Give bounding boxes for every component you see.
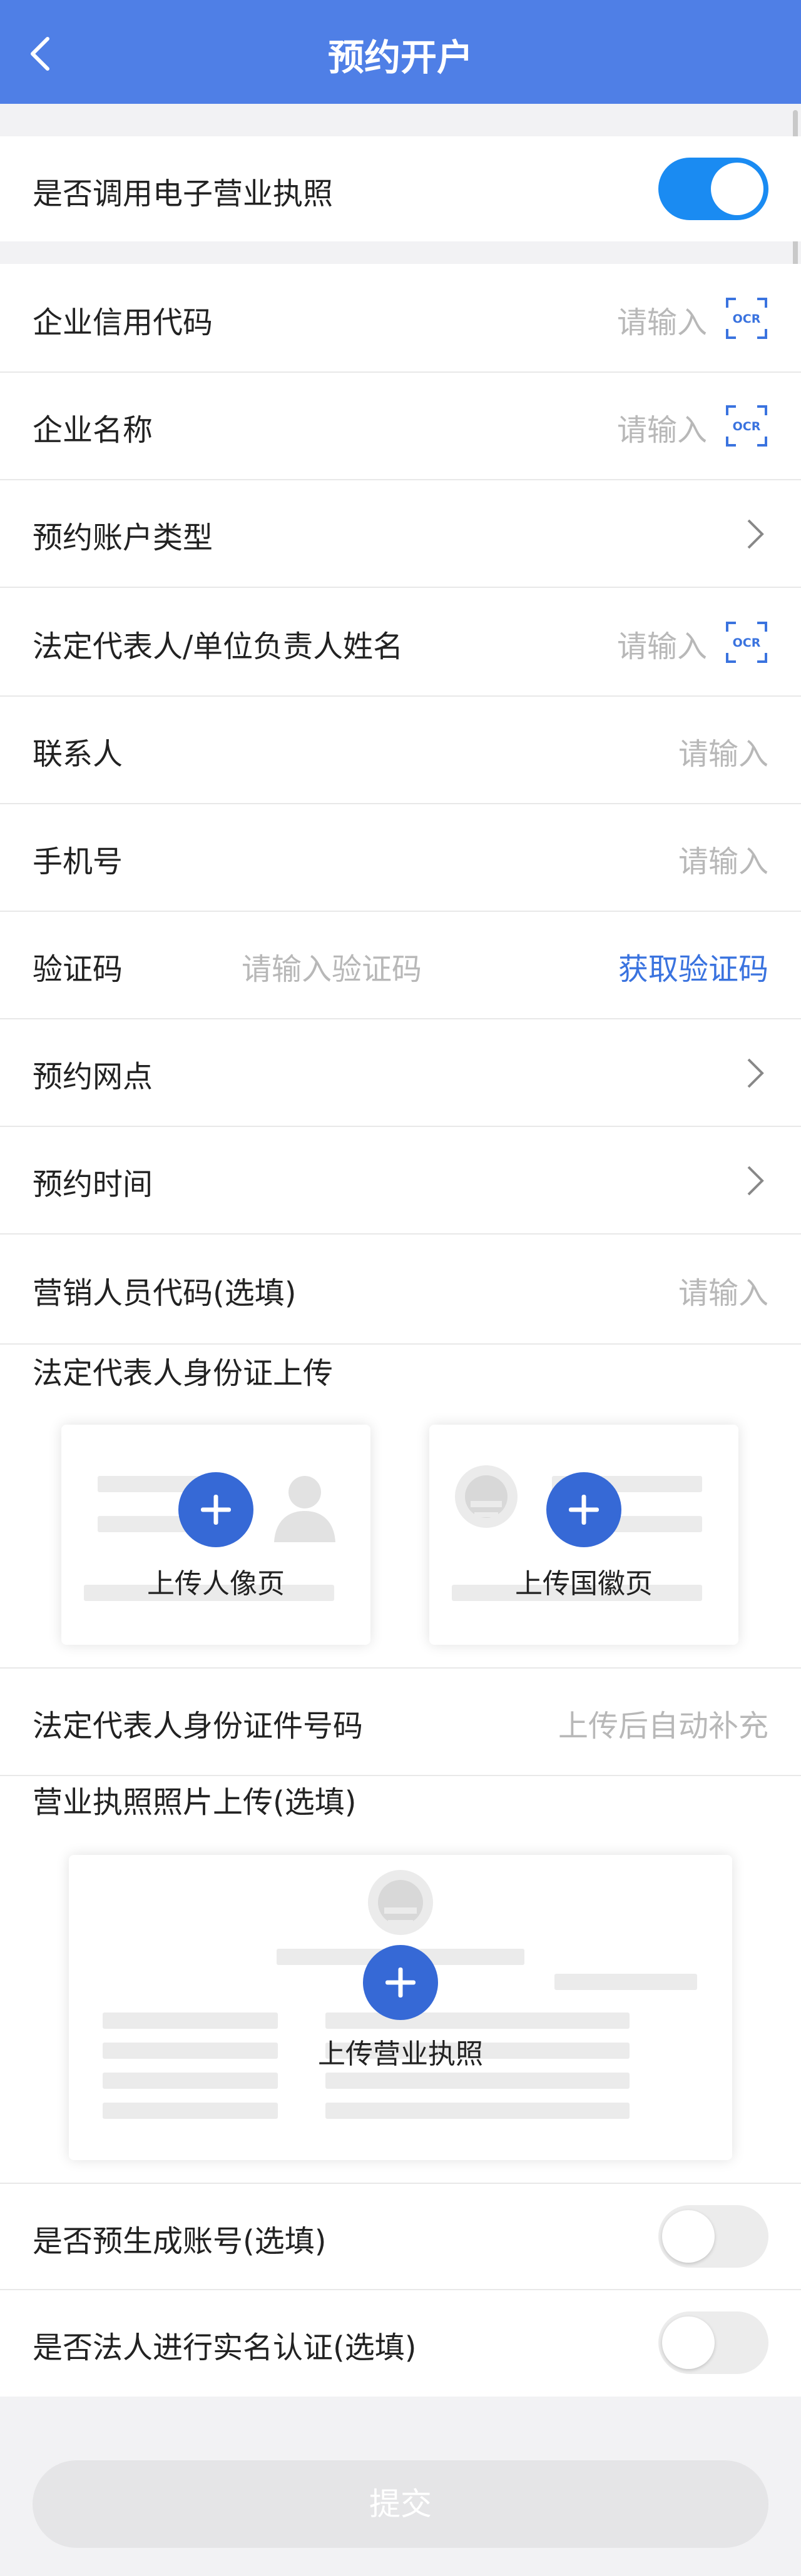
upload-portrait-label: 上传人像页 [147, 1568, 285, 1600]
toggle-knob [711, 163, 763, 215]
pre-account-label: 是否预生成账号(选填) [33, 2224, 327, 2259]
company-name-input[interactable]: 请输入 [617, 405, 707, 449]
verify-code-input[interactable]: 请输入验证码 [242, 944, 422, 988]
branch-label: 预约网点 [33, 1059, 153, 1094]
account-type-label: 预约账户类型 [33, 520, 213, 555]
credit-code-row: 企业信用代码 请输入 OCR [0, 264, 801, 373]
toggle-knob [662, 2316, 715, 2369]
license-upload-title: 营业执照照片上传(选填) [33, 1785, 357, 1820]
toggle-knob [662, 2210, 715, 2263]
page-title: 预约开户 [327, 36, 473, 79]
legal-rep-input[interactable]: 请输入 [617, 622, 707, 665]
e-license-toggle[interactable] [658, 158, 768, 220]
real-name-row: 是否法人进行实名认证(选填) [0, 2290, 801, 2397]
upload-license-card[interactable]: 上传营业执照 [69, 1855, 732, 2160]
marketer-code-label: 营销人员代码(选填) [33, 1276, 297, 1311]
national-emblem-icon [455, 1465, 518, 1528]
pre-account-row: 是否预生成账号(选填) [0, 2184, 801, 2290]
company-name-row: 企业名称 请输入 OCR [0, 373, 801, 480]
get-code-button[interactable]: 获取验证码 [618, 944, 768, 988]
chevron-right-icon [747, 1166, 764, 1196]
ocr-text: OCR [733, 636, 761, 650]
nav-header: 预约开户 [0, 0, 801, 104]
add-license-button[interactable] [363, 1945, 438, 2020]
id-number-row: 法定代表人身份证件号码 上传后自动补充 [0, 1669, 801, 1776]
e-license-row: 是否调用电子营业执照 [0, 136, 801, 241]
chevron-right-icon [747, 519, 764, 549]
license-upload-section: 营业执照照片上传(选填) 上传营业执照 [0, 1776, 801, 2184]
chevron-right-icon [747, 1058, 764, 1088]
e-license-label: 是否调用电子营业执照 [33, 176, 334, 211]
ocr-scan-icon[interactable]: OCR [725, 620, 768, 664]
credit-code-label: 企业信用代码 [33, 305, 213, 340]
credit-code-input[interactable]: 请输入 [617, 298, 707, 341]
upload-emblem-label: 上传国徽页 [515, 1568, 653, 1600]
pre-account-toggle[interactable] [658, 2205, 768, 2268]
time-row[interactable]: 预约时间 [0, 1127, 801, 1235]
upload-portrait-card[interactable]: 上传人像页 [61, 1425, 370, 1645]
id-number-value: 上传后自动补充 [558, 1709, 768, 1744]
phone-input[interactable]: 请输入 [678, 837, 768, 881]
real-name-toggle[interactable] [658, 2311, 768, 2374]
contact-row: 联系人 请输入 [0, 697, 801, 804]
legal-rep-label: 法定代表人/单位负责人姓名 [33, 629, 404, 664]
add-emblem-button[interactable] [546, 1472, 621, 1547]
phone-row: 手机号 请输入 [0, 804, 801, 912]
submit-button[interactable]: 提交 [33, 2460, 768, 2548]
ocr-scan-icon[interactable]: OCR [725, 296, 768, 340]
id-number-label: 法定代表人身份证件号码 [33, 1709, 364, 1744]
id-upload-section: 法定代表人身份证上传 上传人像页 上传国徽页 [0, 1345, 801, 1669]
upload-emblem-card[interactable]: 上传国徽页 [429, 1425, 738, 1645]
account-type-row[interactable]: 预约账户类型 [0, 480, 801, 588]
verify-code-label: 验证码 [33, 952, 123, 987]
legal-rep-row: 法定代表人/单位负责人姓名 请输入 OCR [0, 588, 801, 697]
company-name-label: 企业名称 [33, 413, 153, 448]
time-label: 预约时间 [33, 1167, 153, 1202]
national-emblem-icon [368, 1870, 433, 1935]
phone-label: 手机号 [33, 844, 123, 879]
marketer-code-input[interactable]: 请输入 [678, 1268, 768, 1312]
ocr-text: OCR [733, 420, 761, 433]
real-name-label: 是否法人进行实名认证(选填) [33, 2330, 417, 2365]
contact-input[interactable]: 请输入 [678, 729, 768, 773]
id-upload-title: 法定代表人身份证上传 [33, 1356, 334, 1391]
ocr-scan-icon[interactable]: OCR [725, 404, 768, 448]
marketer-code-row: 营销人员代码(选填) 请输入 [0, 1235, 801, 1345]
add-portrait-button[interactable] [178, 1472, 253, 1547]
upload-license-label: 上传营业执照 [318, 2038, 483, 2070]
ocr-text: OCR [733, 312, 761, 326]
branch-row[interactable]: 预约网点 [0, 1019, 801, 1127]
portrait-silhouette-icon [274, 1476, 335, 1542]
contact-label: 联系人 [33, 737, 123, 772]
verify-code-row: 验证码 请输入验证码 获取验证码 [0, 912, 801, 1019]
